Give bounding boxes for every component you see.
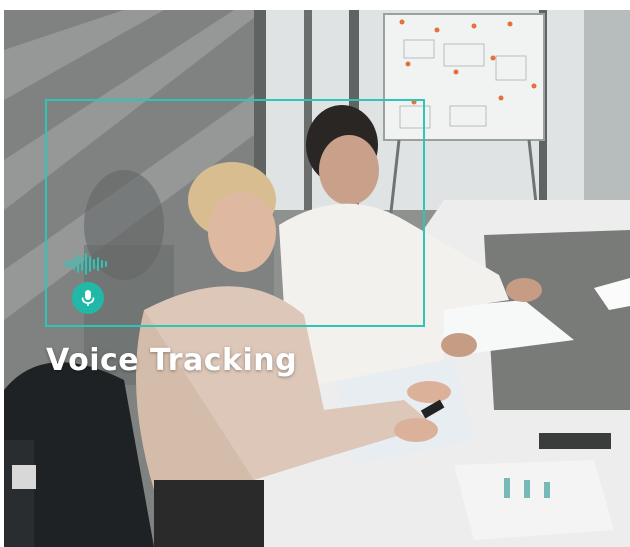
microphone-badge: [72, 282, 104, 314]
soundwave-icon: [65, 253, 107, 275]
microphone-icon: [81, 290, 95, 306]
video-frame: Voice Tracking: [4, 10, 630, 547]
caption-title: Voice Tracking: [46, 343, 298, 378]
